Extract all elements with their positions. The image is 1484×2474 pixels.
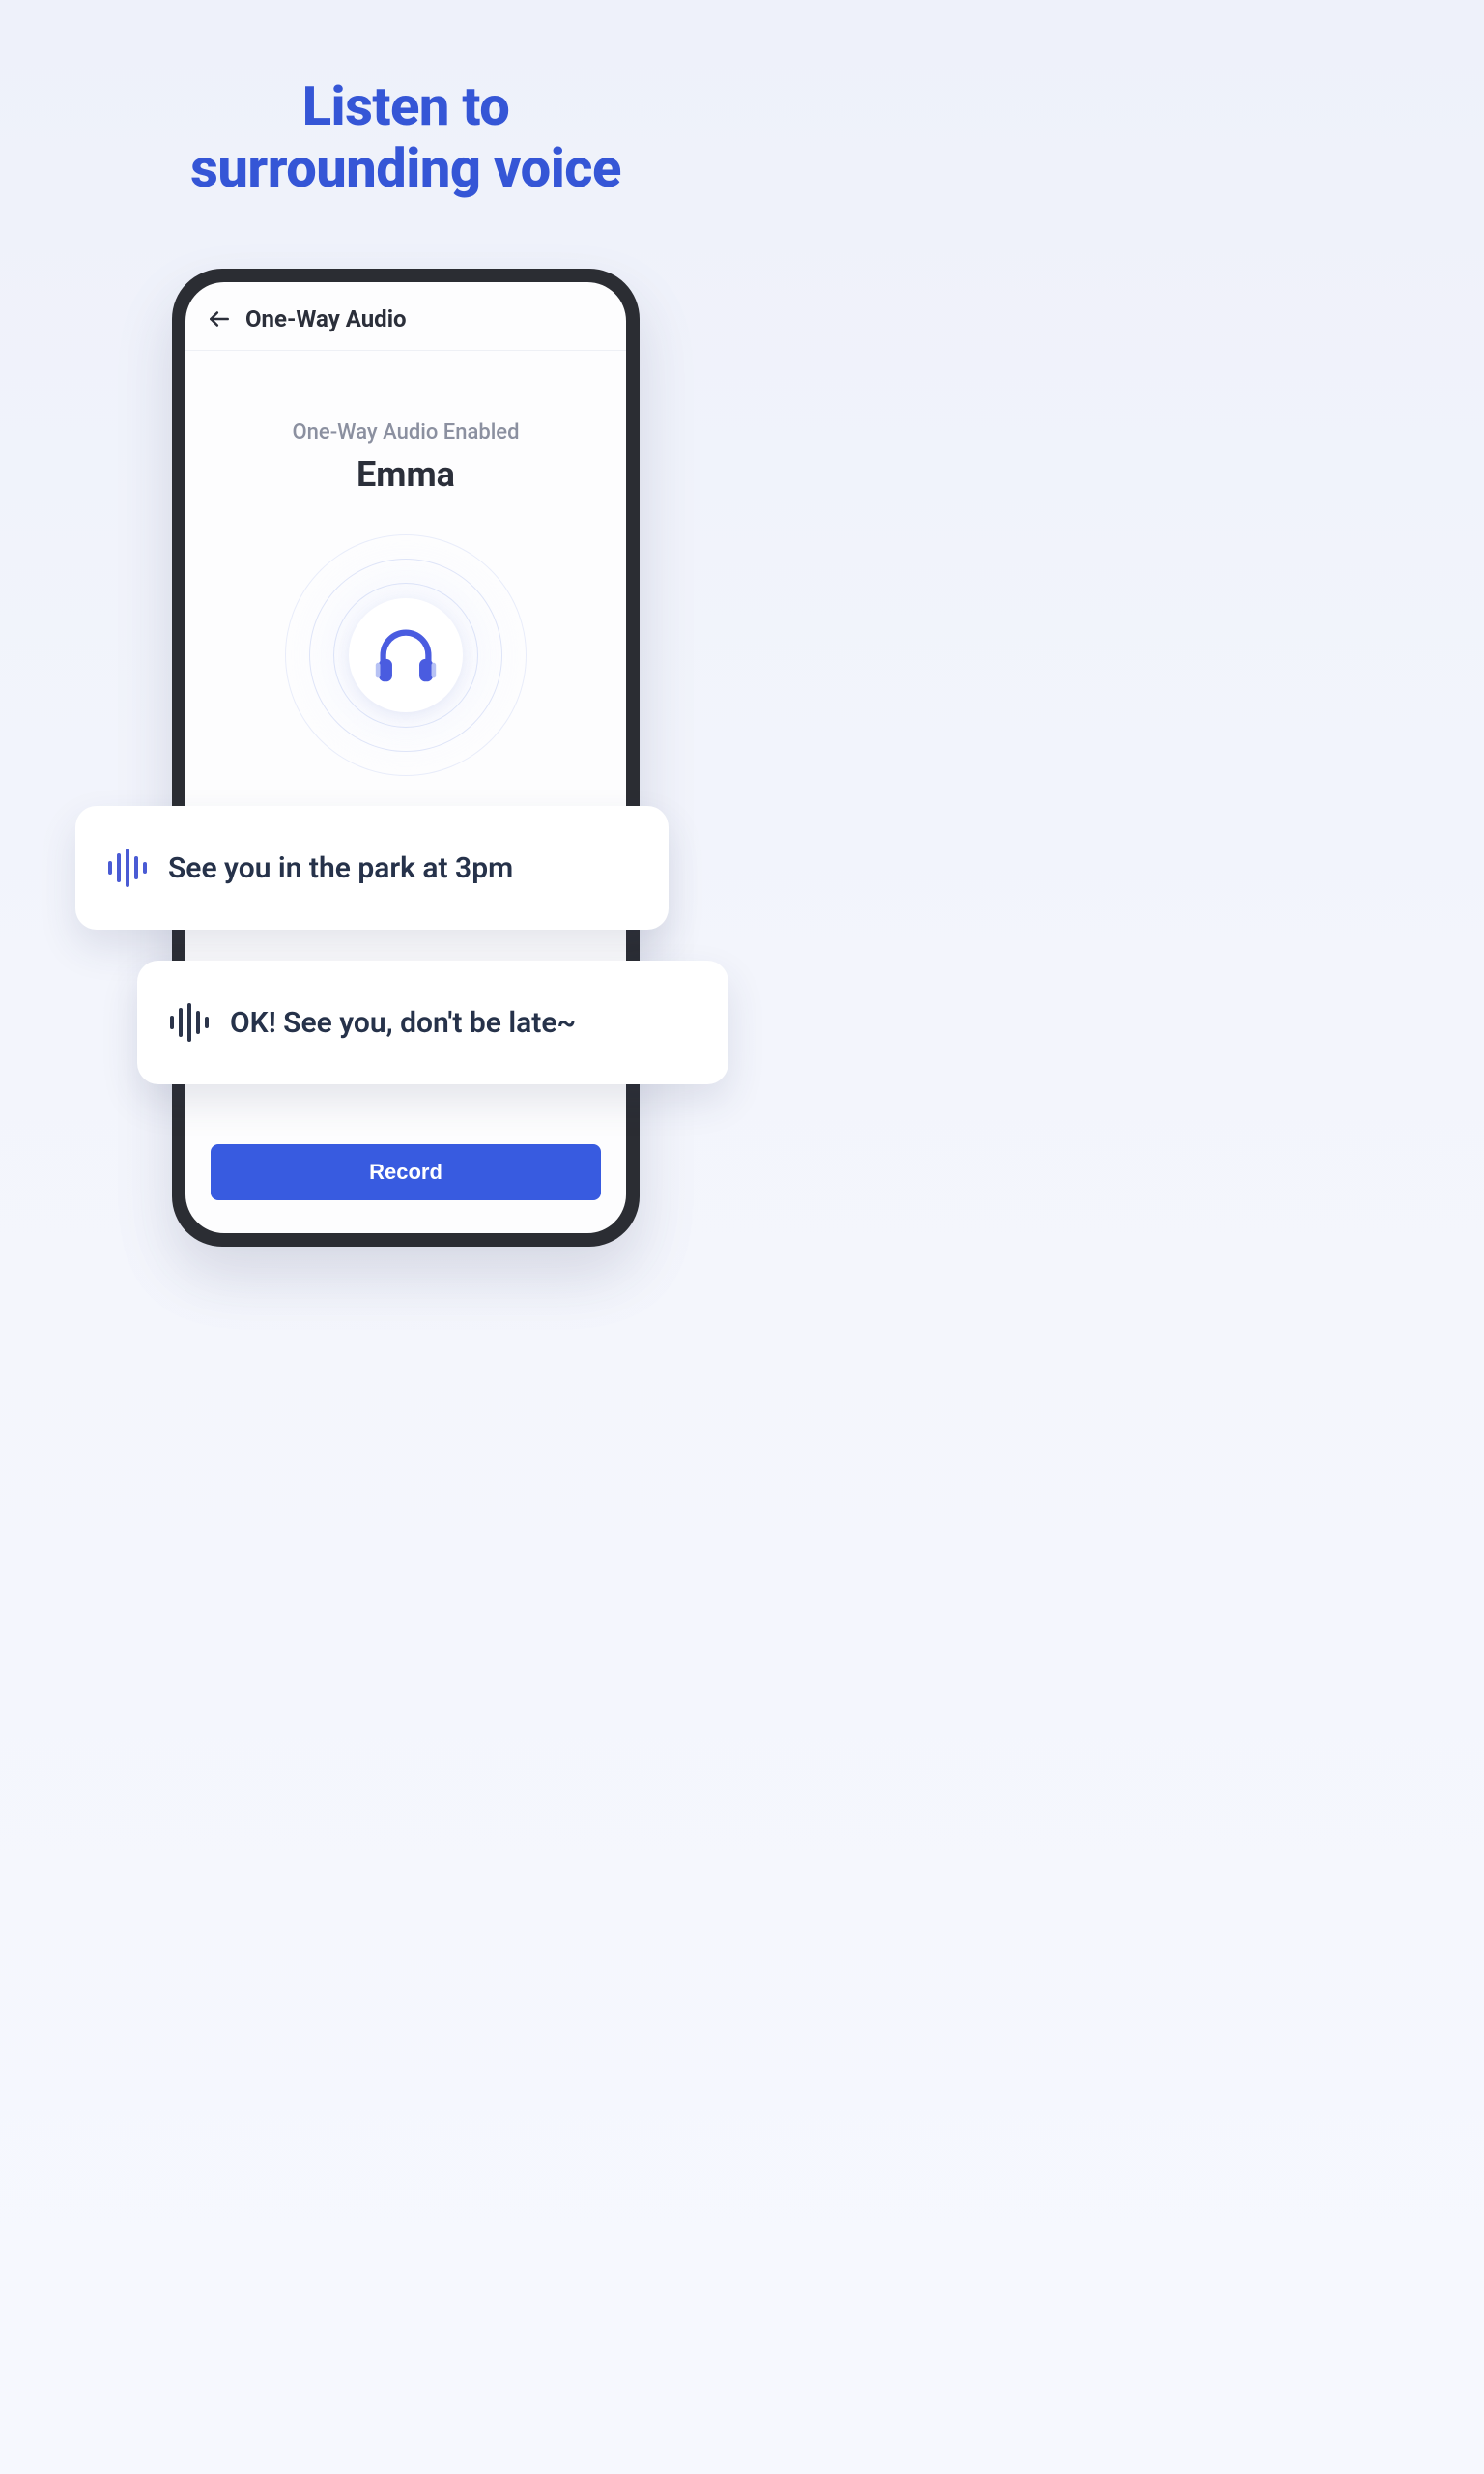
promo-title-line2: surrounding voice (190, 136, 621, 200)
contact-name: Emma (186, 454, 626, 495)
app-header: One-Way Audio (186, 282, 626, 351)
transcript-card: OK! See you, don't be late~ (137, 961, 728, 1084)
phone-screen: One-Way Audio One-Way Audio Enabled Emma (186, 282, 626, 1233)
status-text: One-Way Audio Enabled (186, 420, 626, 445)
promo-title: Listen to surrounding voice (0, 0, 812, 200)
record-button-label: Record (369, 1160, 442, 1185)
audio-wave-icon (108, 849, 147, 887)
headphones-icon (349, 598, 463, 712)
audio-wave-icon (170, 1003, 209, 1042)
status-block: One-Way Audio Enabled Emma (186, 420, 626, 495)
phone-frame: One-Way Audio One-Way Audio Enabled Emma (172, 269, 640, 1247)
promo-title-line1: Listen to (302, 74, 510, 138)
back-arrow-icon[interactable] (207, 306, 232, 331)
transcript-card: See you in the park at 3pm (75, 806, 669, 930)
record-button[interactable]: Record (211, 1144, 601, 1200)
transcript-text: OK! See you, don't be late~ (230, 1006, 576, 1040)
listening-visual (280, 530, 531, 781)
app-header-title: One-Way Audio (245, 305, 407, 332)
transcript-text: See you in the park at 3pm (168, 851, 513, 885)
